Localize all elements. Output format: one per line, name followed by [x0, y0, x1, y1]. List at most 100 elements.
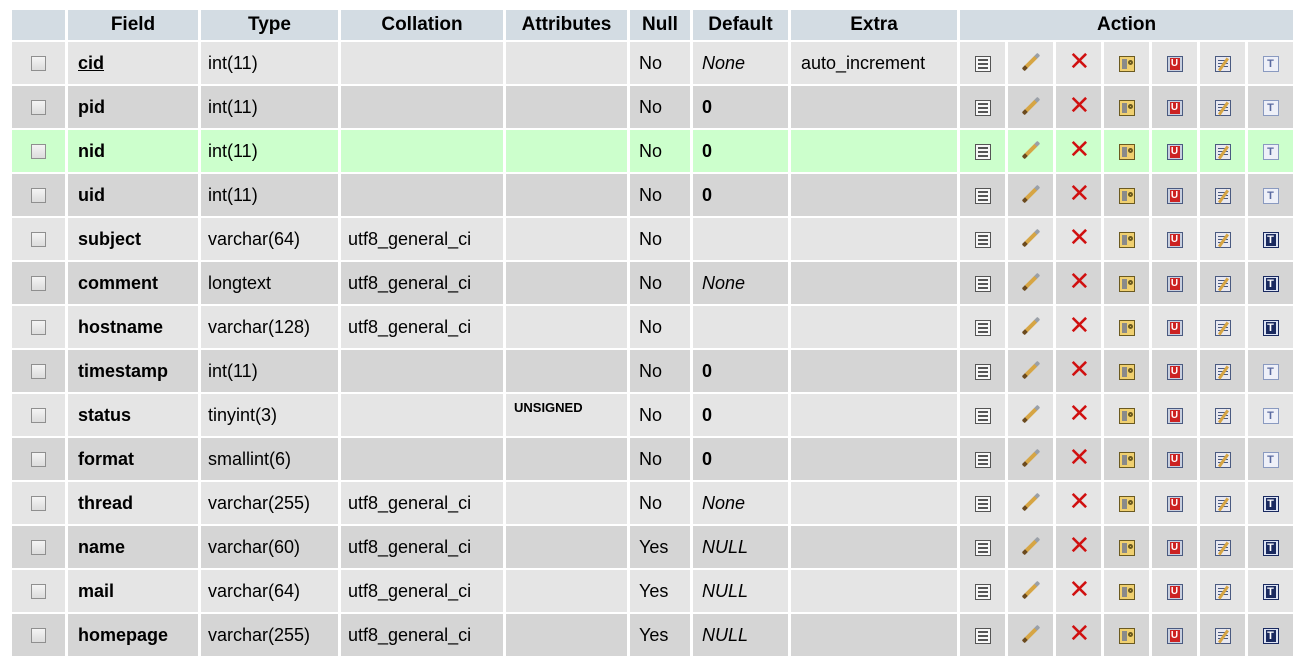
browse-icon[interactable] [974, 319, 991, 336]
unique-icon[interactable] [1166, 99, 1183, 116]
index-icon[interactable] [1214, 187, 1231, 204]
drop-icon[interactable]: ✕ [1069, 269, 1091, 295]
browse-icon[interactable] [974, 627, 991, 644]
unique-icon[interactable] [1166, 407, 1183, 424]
unique-icon[interactable] [1166, 319, 1183, 336]
primary-key-icon[interactable] [1118, 407, 1135, 424]
unique-icon[interactable] [1166, 627, 1183, 644]
fulltext-icon[interactable] [1262, 99, 1279, 116]
index-icon[interactable] [1214, 231, 1231, 248]
primary-key-icon[interactable] [1118, 55, 1135, 72]
index-icon[interactable] [1214, 143, 1231, 160]
index-icon[interactable] [1214, 363, 1231, 380]
primary-key-icon[interactable] [1118, 99, 1135, 116]
header-extra[interactable]: Extra [791, 10, 960, 42]
header-default[interactable]: Default [693, 10, 791, 42]
row-checkbox[interactable] [31, 408, 46, 424]
index-icon[interactable] [1214, 495, 1231, 512]
primary-key-icon[interactable] [1118, 275, 1135, 292]
browse-icon[interactable] [974, 495, 991, 512]
row-checkbox[interactable] [31, 56, 46, 72]
unique-icon[interactable] [1166, 451, 1183, 468]
primary-key-icon[interactable] [1118, 363, 1135, 380]
fulltext-icon[interactable] [1262, 187, 1279, 204]
primary-key-icon[interactable] [1118, 539, 1135, 556]
drop-icon[interactable]: ✕ [1069, 225, 1091, 251]
browse-icon[interactable] [974, 363, 991, 380]
row-checkbox[interactable] [31, 584, 46, 600]
fulltext-icon[interactable] [1262, 143, 1279, 160]
browse-icon[interactable] [974, 99, 991, 116]
header-null[interactable]: Null [630, 10, 693, 42]
unique-icon[interactable] [1166, 495, 1183, 512]
unique-icon[interactable] [1166, 363, 1183, 380]
edit-icon[interactable] [1020, 184, 1042, 206]
browse-icon[interactable] [974, 451, 991, 468]
index-icon[interactable] [1214, 319, 1231, 336]
drop-icon[interactable]: ✕ [1069, 181, 1091, 207]
primary-key-icon[interactable] [1118, 627, 1135, 644]
edit-icon[interactable] [1020, 536, 1042, 558]
browse-icon[interactable] [974, 583, 991, 600]
index-icon[interactable] [1214, 275, 1231, 292]
index-icon[interactable] [1214, 407, 1231, 424]
fulltext-icon[interactable] [1262, 495, 1279, 512]
drop-icon[interactable]: ✕ [1069, 621, 1091, 647]
edit-icon[interactable] [1020, 580, 1042, 602]
browse-icon[interactable] [974, 143, 991, 160]
row-checkbox[interactable] [31, 232, 46, 248]
edit-icon[interactable] [1020, 52, 1042, 74]
row-checkbox[interactable] [31, 276, 46, 292]
edit-icon[interactable] [1020, 316, 1042, 338]
index-icon[interactable] [1214, 99, 1231, 116]
browse-icon[interactable] [974, 231, 991, 248]
row-checkbox[interactable] [31, 628, 46, 644]
header-field[interactable]: Field [68, 10, 201, 42]
browse-icon[interactable] [974, 275, 991, 292]
fulltext-icon[interactable] [1262, 319, 1279, 336]
drop-icon[interactable]: ✕ [1069, 93, 1091, 119]
fulltext-icon[interactable] [1262, 627, 1279, 644]
browse-icon[interactable] [974, 539, 991, 556]
edit-icon[interactable] [1020, 360, 1042, 382]
primary-key-icon[interactable] [1118, 143, 1135, 160]
fulltext-icon[interactable] [1262, 231, 1279, 248]
edit-icon[interactable] [1020, 492, 1042, 514]
fulltext-icon[interactable] [1262, 275, 1279, 292]
unique-icon[interactable] [1166, 539, 1183, 556]
fulltext-icon[interactable] [1262, 55, 1279, 72]
fulltext-icon[interactable] [1262, 539, 1279, 556]
row-checkbox[interactable] [31, 540, 46, 556]
drop-icon[interactable]: ✕ [1069, 357, 1091, 383]
edit-icon[interactable] [1020, 228, 1042, 250]
unique-icon[interactable] [1166, 583, 1183, 600]
index-icon[interactable] [1214, 55, 1231, 72]
index-icon[interactable] [1214, 627, 1231, 644]
row-checkbox[interactable] [31, 188, 46, 204]
index-icon[interactable] [1214, 451, 1231, 468]
primary-key-icon[interactable] [1118, 583, 1135, 600]
edit-icon[interactable] [1020, 140, 1042, 162]
drop-icon[interactable]: ✕ [1069, 313, 1091, 339]
fulltext-icon[interactable] [1262, 583, 1279, 600]
primary-key-icon[interactable] [1118, 451, 1135, 468]
browse-icon[interactable] [974, 407, 991, 424]
header-type[interactable]: Type [201, 10, 341, 42]
header-attributes[interactable]: Attributes [506, 10, 630, 42]
edit-icon[interactable] [1020, 404, 1042, 426]
edit-icon[interactable] [1020, 448, 1042, 470]
fulltext-icon[interactable] [1262, 451, 1279, 468]
browse-icon[interactable] [974, 187, 991, 204]
drop-icon[interactable]: ✕ [1069, 533, 1091, 559]
index-icon[interactable] [1214, 583, 1231, 600]
primary-key-icon[interactable] [1118, 231, 1135, 248]
row-checkbox[interactable] [31, 320, 46, 336]
drop-icon[interactable]: ✕ [1069, 401, 1091, 427]
header-collation[interactable]: Collation [341, 10, 506, 42]
edit-icon[interactable] [1020, 96, 1042, 118]
fulltext-icon[interactable] [1262, 407, 1279, 424]
index-icon[interactable] [1214, 539, 1231, 556]
primary-key-icon[interactable] [1118, 187, 1135, 204]
primary-key-icon[interactable] [1118, 319, 1135, 336]
row-checkbox[interactable] [31, 452, 46, 468]
